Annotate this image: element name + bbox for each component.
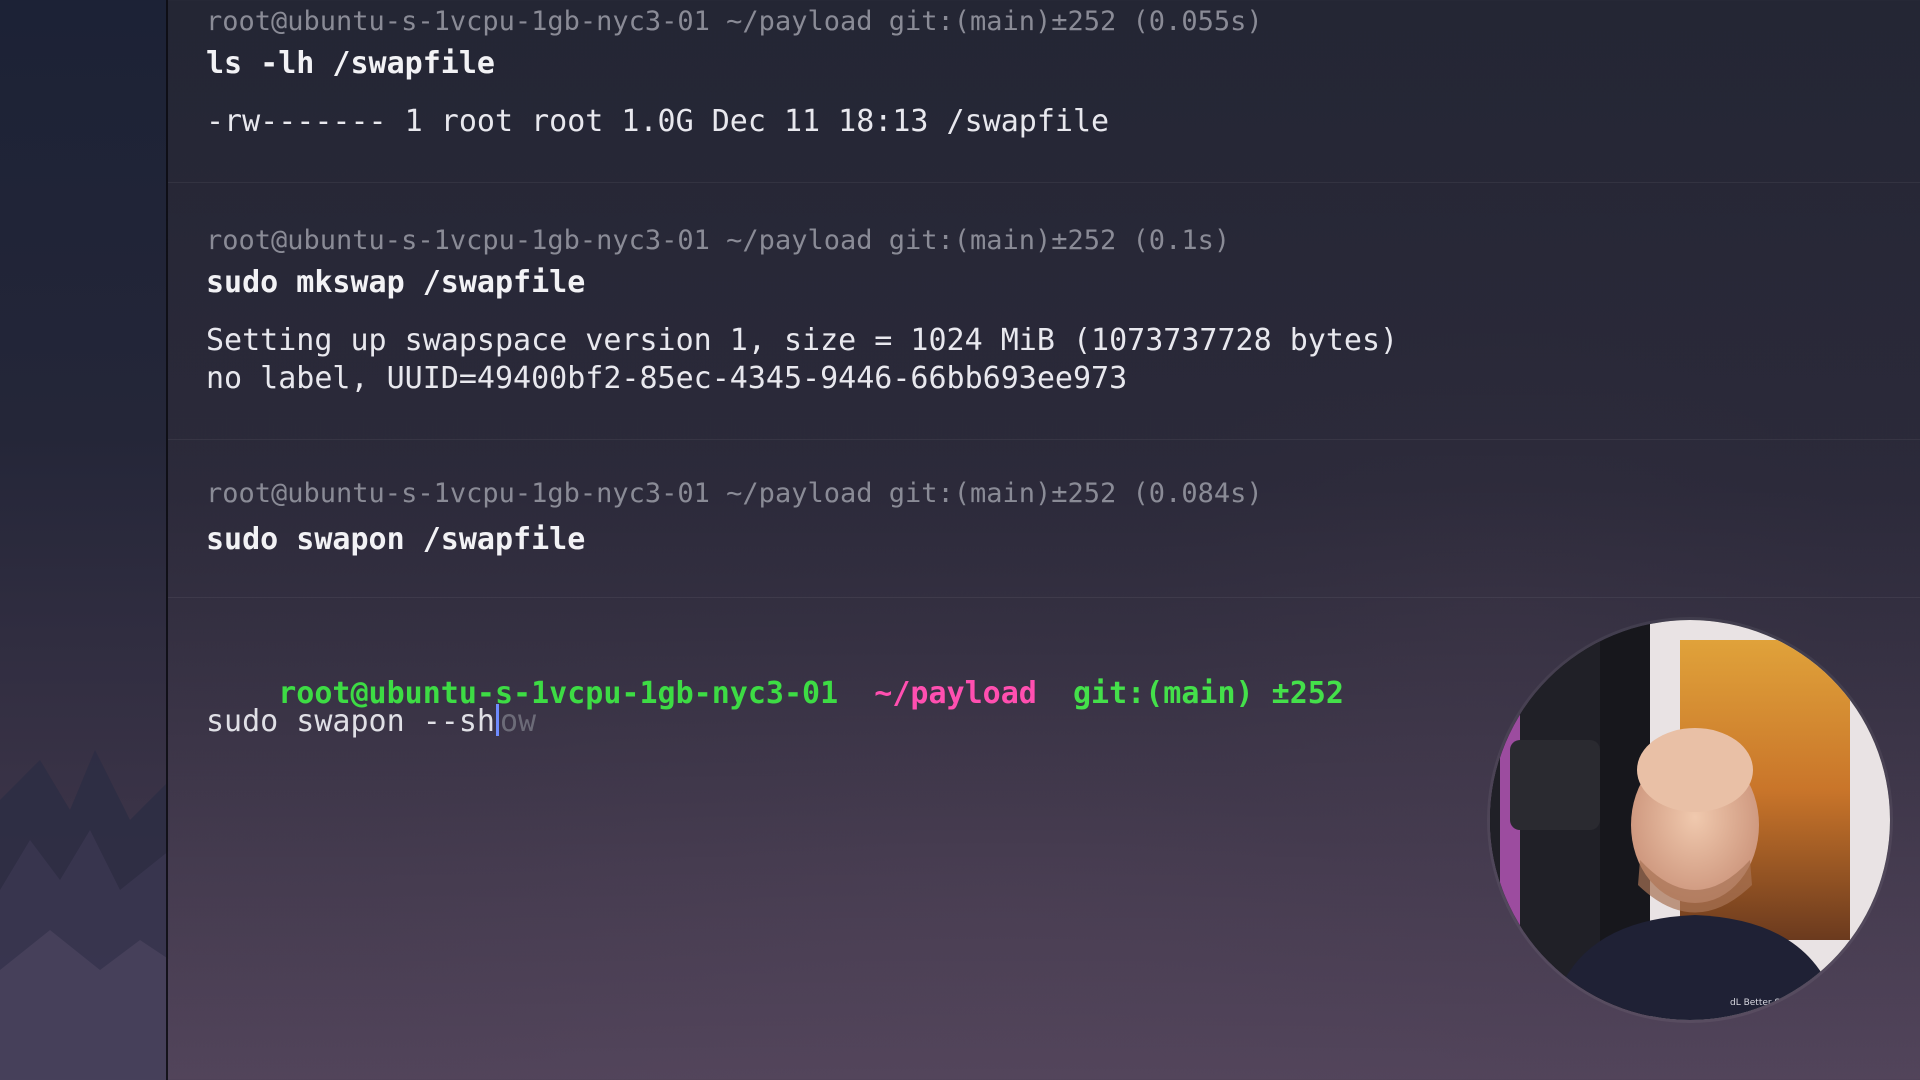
command-text: sudo swapon /swapfile: [206, 522, 586, 557]
command-block[interactable]: root@ubuntu-s-1vcpu-1gb-nyc3-01 ~/payloa…: [168, 440, 1920, 598]
output-line: no label, UUID=49400bf2-85ec-4345-9446-6…: [206, 361, 1128, 396]
prompt-path: ~/payload: [874, 676, 1037, 711]
prompt-line: root@ubuntu-s-1vcpu-1gb-nyc3-01 ~/payloa…: [206, 225, 1231, 256]
prompt-line: root@ubuntu-s-1vcpu-1gb-nyc3-01 ~/payloa…: [206, 6, 1263, 37]
prompt-line: root@ubuntu-s-1vcpu-1gb-nyc3-01 ~/payloa…: [206, 478, 1263, 509]
text-cursor: [495, 704, 499, 736]
presenter-webcam-overlay: dL Better St: [1490, 620, 1890, 1020]
prompt-git-status: git:(main) ±252: [1072, 676, 1344, 711]
presenter-image: dL Better St: [1490, 620, 1890, 1020]
autosuggestion: ow: [499, 704, 537, 739]
mountain-wallpaper-icon: [0, 750, 170, 1080]
command-input[interactable]: sudo swapon --sh ow: [206, 704, 536, 739]
typed-command: sudo swapon --sh: [206, 704, 495, 739]
output-line: Setting up swapspace version 1, size = 1…: [206, 323, 1399, 358]
output-line: -rw------- 1 root root 1.0G Dec 11 18:13…: [206, 104, 1110, 139]
command-block[interactable]: root@ubuntu-s-1vcpu-1gb-nyc3-01 ~/payloa…: [168, 0, 1920, 183]
command-text: sudo mkswap /swapfile: [206, 265, 586, 300]
command-text: ls -lh /swapfile: [206, 46, 495, 81]
command-block[interactable]: root@ubuntu-s-1vcpu-1gb-nyc3-01 ~/payloa…: [168, 183, 1920, 440]
